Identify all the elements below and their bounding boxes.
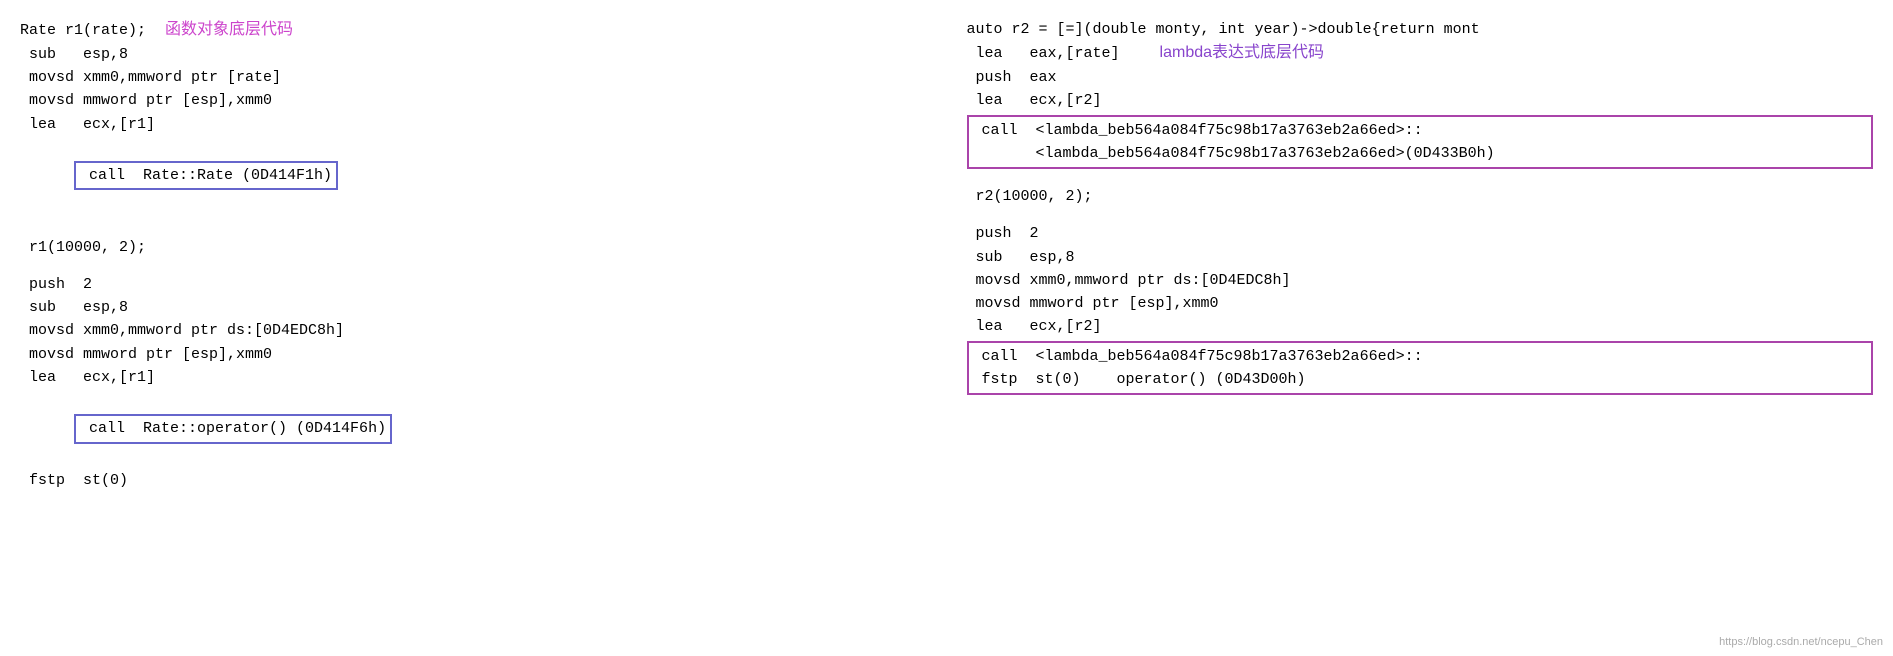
left-push2: push 2 — [20, 273, 927, 296]
right-lea-ecx-r2: lea ecx,[r2] — [967, 89, 1874, 112]
right-push2: push 2 — [967, 222, 1874, 245]
right-spacer2 — [967, 208, 1874, 222]
watermark: https://blog.csdn.net/ncepu_Chen — [1719, 636, 1883, 648]
left-movsd-ds: movsd xmm0,mmword ptr ds:[0D4EDC8h] — [20, 319, 927, 342]
right-column: auto r2 = [=](double monty, int year)->d… — [967, 10, 1874, 500]
right-r2-call: r2(10000, 2); — [967, 185, 1874, 208]
left-header-line: Rate r1(rate); 函数对象底层代码 — [20, 18, 927, 43]
right-call-lambda2-line2: fstp st(0) operator() (0D43D00h) — [973, 368, 1868, 391]
left-call-op-box: call Rate::operator() (0D414F6h) — [20, 389, 927, 469]
right-lea-with-label: lea eax,[rate] lambda表达式底层代码 — [967, 41, 1874, 66]
main-container: Rate r1(rate); 函数对象底层代码 sub esp,8 movsd … — [20, 10, 1873, 500]
right-push-eax: push eax — [967, 66, 1874, 89]
right-sub-esp: sub esp,8 — [967, 246, 1874, 269]
left-call-box: call Rate::Rate (0D414F1h) — [74, 161, 338, 190]
right-lea-ecx-r2-2: lea ecx,[r2] — [967, 315, 1874, 338]
right-auto-line: auto r2 = [=](double monty, int year)->d… — [967, 18, 1874, 41]
left-gap — [20, 216, 927, 236]
left-line-4: movsd mmword ptr [esp],xmm0 — [20, 89, 927, 112]
left-line-5: lea ecx,[r1] — [20, 113, 927, 136]
left-lea-r1: lea ecx,[r1] — [20, 366, 927, 389]
right-lambda-label: lambda表达式底层代码 — [1160, 41, 1324, 66]
right-call-lambda-box: call <lambda_beb564a084f75c98b17a3763eb2… — [967, 115, 1874, 170]
left-movsd-mmw2: movsd mmword ptr [esp],xmm0 — [20, 343, 927, 366]
left-line-1-code: Rate r1(rate); — [20, 19, 155, 42]
left-fstp: fstp st(0) — [20, 469, 927, 492]
right-spacer1 — [967, 171, 1874, 185]
left-line-3: movsd xmm0,mmword ptr [rate] — [20, 66, 927, 89]
left-spacer — [20, 259, 927, 273]
right-movsd-xmm0: movsd xmm0,mmword ptr ds:[0D4EDC8h] — [967, 269, 1874, 292]
right-call-lambda-box-2: call <lambda_beb564a084f75c98b17a3763eb2… — [967, 341, 1874, 396]
right-movsd-mmword: movsd mmword ptr [esp],xmm0 — [967, 292, 1874, 315]
left-column: Rate r1(rate); 函数对象底层代码 sub esp,8 movsd … — [20, 10, 927, 500]
right-call-lambda-line1: call <lambda_beb564a084f75c98b17a3763eb2… — [973, 119, 1868, 142]
right-lea-eax: lea eax,[rate] — [967, 42, 1120, 65]
left-line-6-box: call Rate::Rate (0D414F1h) — [20, 136, 927, 216]
right-call-lambda-line2: <lambda_beb564a084f75c98b17a3763eb2a66ed… — [973, 142, 1868, 165]
left-r1-call: r1(10000, 2); — [20, 236, 927, 259]
left-label-chinese: 函数对象底层代码 — [165, 18, 293, 43]
left-call-operator-box: call Rate::operator() (0D414F6h) — [74, 414, 392, 443]
left-line-2: sub esp,8 — [20, 43, 927, 66]
right-call-lambda2-line1: call <lambda_beb564a084f75c98b17a3763eb2… — [973, 345, 1868, 368]
left-sub-esp2: sub esp,8 — [20, 296, 927, 319]
